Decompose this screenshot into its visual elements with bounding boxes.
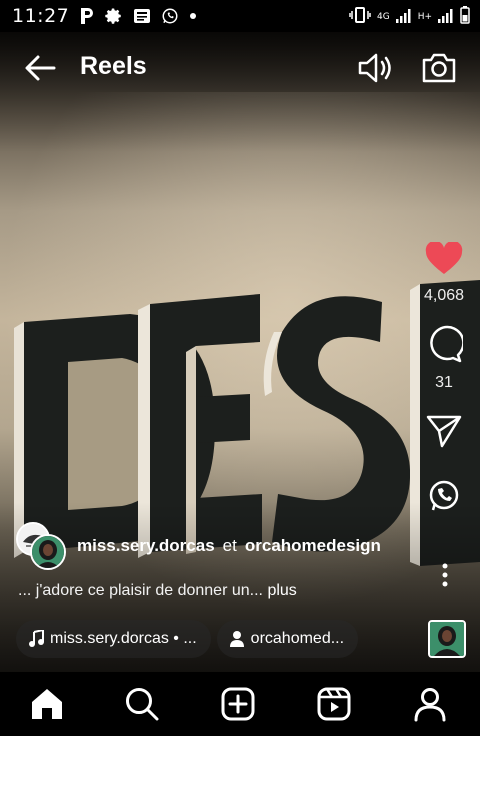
home-icon[interactable] <box>27 684 67 724</box>
more-options-icon[interactable] <box>438 562 452 590</box>
send-icon[interactable] <box>426 414 462 453</box>
status-time: 11:27 <box>12 5 70 27</box>
caption-text: ... j'adore ce plaisir de donner un... <box>18 582 263 599</box>
audio-chip[interactable]: miss.sery.dorcas • ... <box>16 620 211 658</box>
screen-bottom-area <box>0 736 480 800</box>
chip-row: miss.sery.dorcas • ... orcahomed... <box>16 620 359 658</box>
status-bar: 11:27 4G H+ <box>0 0 480 32</box>
comment-icon[interactable] <box>425 325 465 368</box>
like-count[interactable]: 4,068 <box>424 287 464 305</box>
bottom-nav <box>0 672 480 736</box>
post-author-row: miss.sery.dorcas et orcahomedesign <box>16 522 476 570</box>
network-4g-label: 4G <box>376 12 390 22</box>
speaker-icon[interactable] <box>356 50 396 91</box>
search-icon[interactable] <box>122 684 162 724</box>
collaborator-username[interactable]: orcahomedesign <box>245 536 381 555</box>
caption-more-link[interactable]: plus <box>267 582 296 599</box>
create-icon[interactable] <box>218 684 258 724</box>
reel-video[interactable] <box>0 32 480 672</box>
avatar-stack[interactable] <box>16 522 82 570</box>
reels-icon[interactable] <box>314 684 354 724</box>
person-icon <box>229 630 245 648</box>
whatsapp-icon[interactable] <box>427 479 461 518</box>
heart-icon[interactable] <box>425 240 463 281</box>
author-username[interactable]: miss.sery.dorcas <box>77 536 215 555</box>
audio-chip-label: miss.sery.dorcas • ... <box>50 630 197 647</box>
vibrate-icon <box>349 7 371 27</box>
tagged-chip-label: orcahomed... <box>250 630 345 647</box>
camera-icon[interactable] <box>420 50 458 91</box>
battery-icon <box>460 6 470 28</box>
post-caption[interactable]: ... j'adore ce plaisir de donner un... p… <box>18 582 297 600</box>
signal-icon <box>395 8 412 27</box>
action-rail: 4,068 31 <box>416 240 472 518</box>
music-note-icon <box>28 630 44 648</box>
profile-icon[interactable] <box>410 684 450 724</box>
signal-2-icon <box>438 8 454 27</box>
whatsapp-notification-icon <box>161 7 179 25</box>
audio-thumbnail[interactable] <box>428 620 466 658</box>
news-icon <box>133 7 151 25</box>
parking-app-icon <box>79 7 95 25</box>
comment-count[interactable]: 31 <box>435 374 453 392</box>
page-title: Reels <box>80 52 147 80</box>
settings-icon <box>105 7 123 25</box>
network-h-label: H+ <box>417 12 432 22</box>
joiner-text: et <box>222 536 237 555</box>
author-avatar[interactable] <box>30 534 66 570</box>
arrow-left-icon[interactable] <box>22 50 58 86</box>
dot-icon <box>189 12 197 20</box>
post-credits: miss.sery.dorcas et orcahomedesign <box>77 536 381 556</box>
tagged-people-chip[interactable]: orcahomed... <box>216 620 359 658</box>
reels-header: Reels <box>0 32 480 102</box>
